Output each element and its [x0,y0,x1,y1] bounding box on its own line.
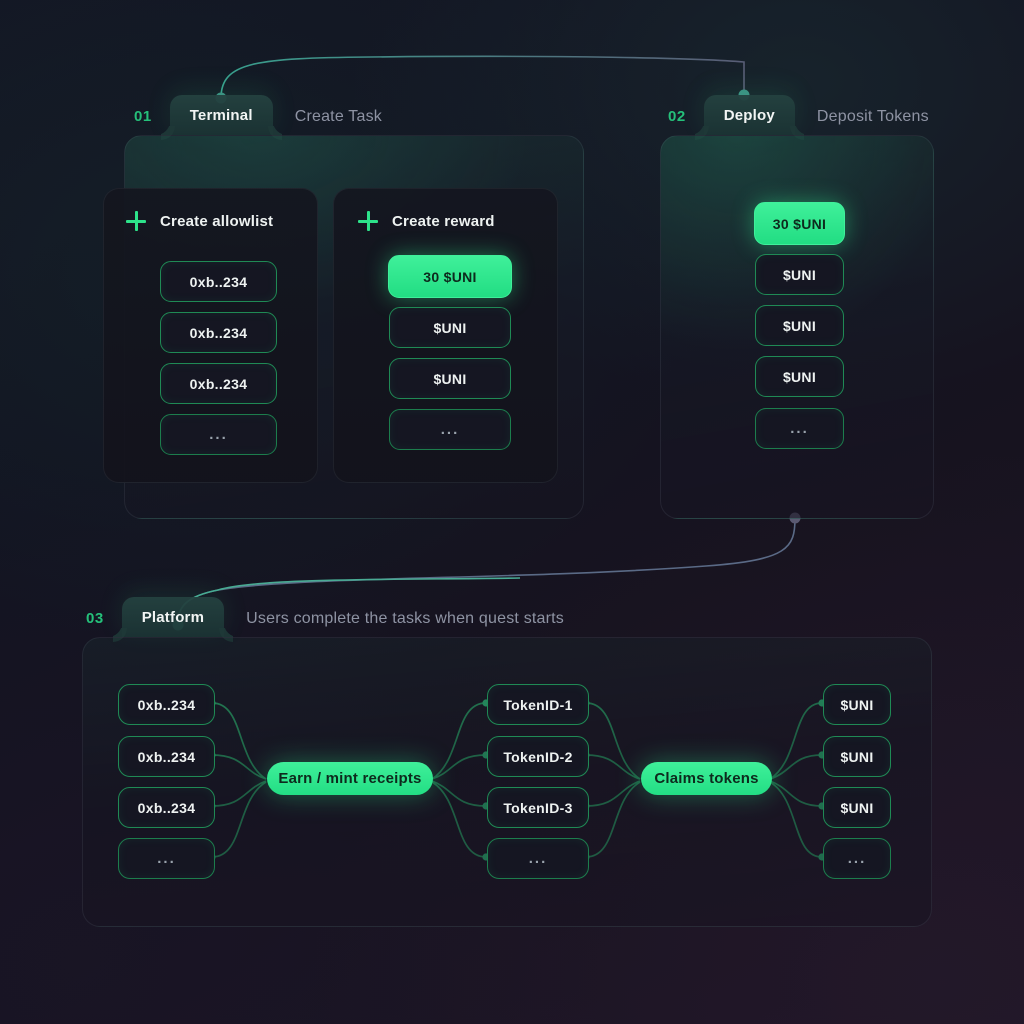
pill-allowlist-0[interactable]: 0xb..234 [160,261,277,302]
pill-wallet-more[interactable]: ... [118,838,215,879]
step-01-description: Create Task [294,108,382,125]
pill-reward-token-0[interactable]: $UNI [823,684,891,725]
pill-reward-token-more[interactable]: ... [823,838,891,879]
pill-reward-0[interactable]: 30 $UNI [388,255,512,298]
step-02-description: Deposit Tokens [816,108,929,125]
card-step-03: 0xb..234 0xb..234 0xb..234 ... TokenID-1… [82,637,932,927]
pill-allowlist-2[interactable]: 0xb..234 [160,363,277,404]
pill-deploy-0[interactable]: 30 $UNI [754,202,845,245]
pill-tokenid-0[interactable]: TokenID-1 [487,684,589,725]
pill-deploy-2[interactable]: $UNI [755,305,844,346]
step-03-tabrow: 03 Platform Users complete the tasks whe… [86,597,564,637]
step-02-tabrow: 02 Deploy Deposit Tokens [668,95,929,135]
panel-create-reward-title: Create reward [392,212,495,230]
pill-reward-token-2[interactable]: $UNI [823,787,891,828]
pill-tokenid-more[interactable]: ... [487,838,589,879]
pill-reward-1[interactable]: $UNI [389,307,511,348]
step-01-tabrow: 01 Terminal Create Task [134,95,382,135]
pill-deploy-more[interactable]: ... [755,408,844,449]
panel-create-reward: Create reward 30 $UNI $UNI $UNI ... [333,188,558,483]
pill-wallet-0[interactable]: 0xb..234 [118,684,215,725]
plus-icon [358,211,378,231]
tab-deploy[interactable]: Deploy [703,95,795,135]
plus-icon [126,211,146,231]
card-step-02: 30 $UNI $UNI $UNI $UNI ... [660,135,934,519]
wire-step1-to-step2 [220,55,745,99]
hub-earn-mint-receipts[interactable]: Earn / mint receipts [267,762,433,795]
pill-allowlist-1[interactable]: 0xb..234 [160,312,277,353]
panel-create-allowlist-header: Create allowlist [126,211,273,231]
panel-create-allowlist: Create allowlist 0xb..234 0xb..234 0xb..… [103,188,318,483]
pill-tokenid-2[interactable]: TokenID-3 [487,787,589,828]
hub-claims-tokens[interactable]: Claims tokens [641,762,772,795]
tab-terminal[interactable]: Terminal [169,95,273,135]
pill-tokenid-1[interactable]: TokenID-2 [487,736,589,777]
pill-allowlist-more[interactable]: ... [160,414,277,455]
pill-reward-2[interactable]: $UNI [389,358,511,399]
diagram-canvas: 01 Terminal Create Task Create allowlist… [0,0,1024,1024]
pill-deploy-3[interactable]: $UNI [755,356,844,397]
panel-create-allowlist-title: Create allowlist [160,212,274,230]
panel-create-reward-header: Create reward [358,211,495,231]
pill-reward-more[interactable]: ... [389,409,511,450]
pill-deploy-1[interactable]: $UNI [755,254,844,295]
tab-platform[interactable]: Platform [121,597,225,637]
pill-wallet-1[interactable]: 0xb..234 [118,736,215,777]
pill-wallet-2[interactable]: 0xb..234 [118,787,215,828]
pill-reward-token-1[interactable]: $UNI [823,736,891,777]
step-03-description: Users complete the tasks when quest star… [246,610,565,627]
